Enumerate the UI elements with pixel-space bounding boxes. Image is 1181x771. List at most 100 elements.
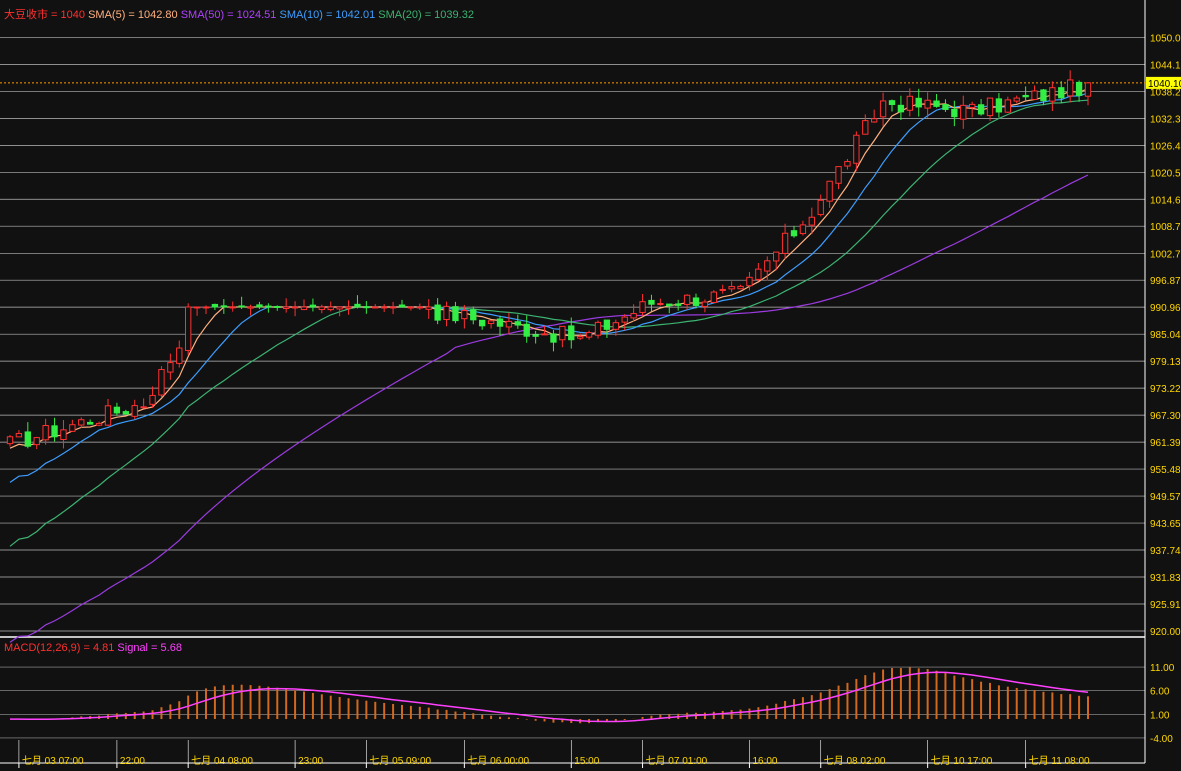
candle-body[interactable] (87, 421, 94, 425)
candle-body[interactable] (140, 406, 147, 409)
candle-body[interactable] (746, 276, 753, 287)
candle-body[interactable] (229, 306, 236, 309)
candle-body[interactable] (425, 306, 432, 310)
candle-body[interactable] (764, 260, 771, 272)
candle-body[interactable] (443, 305, 450, 320)
candle-body[interactable] (345, 306, 352, 309)
candle-body[interactable] (1031, 90, 1038, 100)
candle-body[interactable] (211, 303, 219, 308)
candle-body[interactable] (1013, 97, 1020, 102)
candle-body[interactable] (496, 318, 504, 327)
candle-body[interactable] (826, 180, 833, 202)
candle-body[interactable] (1075, 81, 1083, 96)
candle-body[interactable] (60, 429, 67, 441)
candle-body[interactable] (407, 306, 415, 309)
candle-body[interactable] (479, 319, 486, 327)
candle-body[interactable] (24, 431, 31, 447)
candle-body[interactable] (719, 288, 726, 291)
candle-body[interactable] (1004, 99, 1011, 113)
candle-body[interactable] (158, 369, 165, 396)
candle-body[interactable] (888, 100, 896, 105)
candle-body[interactable] (817, 199, 824, 216)
candle-body[interactable] (692, 297, 700, 306)
candle-body[interactable] (666, 303, 673, 307)
candle-body[interactable] (612, 322, 619, 330)
candle-body[interactable] (381, 306, 388, 309)
candle-body[interactable] (844, 161, 851, 167)
candle-body[interactable] (193, 306, 201, 309)
candle-body[interactable] (879, 100, 887, 118)
candle-body[interactable] (986, 97, 994, 117)
candle-body[interactable] (951, 108, 958, 118)
candle-body[interactable] (728, 286, 735, 290)
candle-body[interactable] (808, 216, 815, 226)
candle-body[interactable] (1049, 87, 1056, 102)
candle-body[interactable] (853, 134, 860, 164)
candle-body[interactable] (755, 268, 762, 280)
candle-body[interactable] (915, 97, 922, 108)
candle-body[interactable] (1084, 82, 1092, 97)
candle-body[interactable] (835, 166, 842, 184)
candle-body[interactable] (274, 305, 281, 308)
candle-body[interactable] (897, 104, 905, 113)
candle-body[interactable] (176, 347, 183, 364)
candle-body[interactable] (149, 394, 156, 405)
candle-body[interactable] (781, 232, 789, 254)
candle-body[interactable] (309, 304, 317, 308)
candle-body[interactable] (42, 425, 49, 441)
candle-body[interactable] (505, 320, 513, 328)
candle-body[interactable] (416, 306, 423, 309)
candle-body[interactable] (541, 333, 548, 336)
candlesticks[interactable] (6, 70, 1092, 450)
candle-body[interactable] (995, 98, 1003, 113)
candle-body[interactable] (683, 294, 691, 305)
candle-body[interactable] (639, 301, 646, 313)
candle-body[interactable] (113, 406, 121, 414)
candle-body[interactable] (942, 103, 949, 110)
candle-body[interactable] (238, 305, 245, 308)
candle-body[interactable] (568, 325, 575, 341)
candle-body[interactable] (906, 95, 913, 111)
candle-body[interactable] (630, 313, 637, 319)
chart-canvas[interactable]: 1050.01044.11038.21032.31026.41020.51014… (0, 0, 1181, 771)
candle-body[interactable] (603, 319, 611, 330)
candle-body[interactable] (514, 321, 521, 326)
candle-body[interactable] (621, 316, 628, 323)
candle-body[interactable] (336, 306, 343, 310)
candle-body[interactable] (594, 321, 602, 336)
candle-body[interactable] (1040, 89, 1047, 102)
candle-body[interactable] (585, 332, 593, 338)
candle-body[interactable] (1022, 94, 1029, 98)
candle-body[interactable] (657, 303, 664, 306)
candle-body[interactable] (523, 323, 530, 337)
candle-body[interactable] (452, 306, 459, 322)
candle-body[interactable] (862, 120, 869, 135)
candle-body[interactable] (300, 306, 308, 311)
candle-body[interactable] (1067, 79, 1074, 97)
candle-body[interactable] (960, 104, 967, 120)
candle-body[interactable] (470, 309, 477, 321)
candle-body[interactable] (95, 422, 103, 426)
candle-body[interactable] (220, 305, 227, 308)
candle-body[interactable] (15, 432, 23, 438)
candle-body[interactable] (131, 405, 138, 417)
candle-body[interactable] (33, 437, 40, 446)
candle-body[interactable] (6, 436, 14, 445)
candle-body[interactable] (318, 306, 325, 311)
candle-body[interactable] (577, 336, 584, 339)
candle-body[interactable] (69, 424, 76, 432)
candle-body[interactable] (799, 224, 807, 235)
candle-body[interactable] (291, 306, 299, 309)
candle-body[interactable] (389, 306, 397, 309)
candle-body[interactable] (701, 301, 709, 307)
candle-body[interactable] (398, 304, 406, 308)
candle-body[interactable] (1058, 87, 1065, 99)
candle-body[interactable] (559, 325, 566, 341)
candle-body[interactable] (202, 306, 210, 309)
candle-body[interactable] (247, 306, 254, 309)
candle-body[interactable] (185, 306, 192, 351)
candle-body[interactable] (51, 425, 58, 438)
candle-body[interactable] (354, 303, 361, 308)
candle-body[interactable] (710, 291, 717, 303)
candle-body[interactable] (871, 118, 878, 123)
